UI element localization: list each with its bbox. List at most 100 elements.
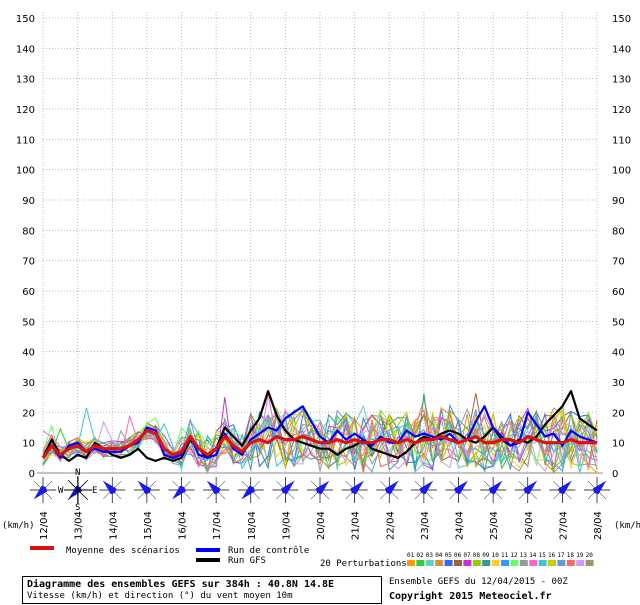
run-info: Ensemble GEFS du 12/04/2015 - 00Z bbox=[389, 577, 568, 587]
perturbation-legend-swatch bbox=[463, 560, 472, 566]
x-tick-label: 12/04 bbox=[39, 511, 50, 540]
perturbation-legend-id: 06 bbox=[454, 552, 462, 559]
y-tick-label-left: 110 bbox=[16, 135, 35, 146]
y-tick-label-right: 110 bbox=[612, 135, 631, 146]
perturbation-legend-id: 19 bbox=[576, 552, 584, 559]
y-tick-labels: 0 0 10 10 20 20 30 30 40 40 50 50 60 60 70 70 80 80 90 90 10… bbox=[16, 14, 631, 480]
perturbation-legend-swatch bbox=[519, 560, 528, 566]
y-tick-label-left: 40 bbox=[22, 348, 35, 359]
wind-direction-icon bbox=[237, 477, 264, 503]
x-tick-label: 21/04 bbox=[351, 511, 362, 540]
y-tick-label-right: 150 bbox=[612, 14, 631, 25]
perturbation-legend-swatch bbox=[576, 560, 585, 566]
wind-direction-icon bbox=[480, 477, 507, 503]
y-tick-label-right: 130 bbox=[612, 75, 631, 86]
y-tick-label-right: 90 bbox=[612, 196, 625, 207]
legend-control-label: Run de contrôle bbox=[228, 545, 309, 556]
y-tick-label-right: 0 bbox=[612, 469, 618, 480]
svg-text:S: S bbox=[75, 503, 80, 513]
wind-direction-icon bbox=[272, 477, 299, 503]
perturbation-legend-swatch bbox=[510, 560, 519, 566]
x-tick-label: 16/04 bbox=[178, 511, 189, 540]
y-tick-label-right: 60 bbox=[612, 287, 625, 298]
wind-direction-icon bbox=[514, 477, 541, 503]
wind-direction-icon bbox=[341, 477, 368, 503]
perturbation-legend-swatch bbox=[538, 560, 547, 566]
y-tick-label-right: 10 bbox=[612, 439, 625, 450]
y-tick-label-left: 50 bbox=[22, 317, 35, 328]
y-tick-label-left: 90 bbox=[22, 196, 35, 207]
y-tick-label-left: 70 bbox=[22, 257, 35, 268]
y-tick-label-right: 120 bbox=[612, 105, 631, 116]
x-tick-label: 17/04 bbox=[212, 511, 223, 540]
svg-text:N: N bbox=[75, 468, 80, 478]
legend-mean-label: Moyenne des scénarios bbox=[66, 545, 180, 556]
perturbation-legend-id: 13 bbox=[520, 552, 528, 559]
x-tick-label: 25/04 bbox=[489, 511, 500, 540]
perturbation-legend-id: 08 bbox=[473, 552, 481, 559]
perturbation-legend-swatch bbox=[472, 560, 481, 566]
perturbation-legend-swatch bbox=[548, 560, 556, 566]
wind-direction-icon bbox=[203, 477, 230, 503]
wind-direction-icon bbox=[133, 477, 160, 503]
legend-gfs-label: Run GFS bbox=[228, 556, 266, 566]
y-tick-label-left: 60 bbox=[22, 287, 35, 298]
y-tick-label-right: 40 bbox=[612, 348, 625, 359]
y-tick-label-right: 20 bbox=[612, 408, 625, 419]
perturbation-legend-id: 09 bbox=[482, 552, 490, 559]
perturbation-legend-id: 14 bbox=[529, 552, 537, 559]
y-tick-label-right: 140 bbox=[612, 44, 631, 55]
legend-perturbations-label: 20 Perturbations bbox=[320, 559, 407, 569]
svg-text:E: E bbox=[92, 486, 97, 496]
perturbation-legend-id: 11 bbox=[501, 552, 509, 559]
perturbation-legend-id: 04 bbox=[435, 552, 443, 559]
perturbation-legend-swatch bbox=[529, 560, 538, 566]
perturbation-legend-id: 07 bbox=[463, 552, 471, 559]
perturbation-legend-swatch bbox=[482, 560, 491, 566]
y-tick-label-left: 100 bbox=[16, 166, 35, 177]
wind-direction-icon bbox=[410, 477, 437, 503]
wind-direction-icon bbox=[549, 477, 576, 503]
y-unit-right: (km/h bbox=[614, 521, 640, 531]
svg-text:W: W bbox=[58, 486, 64, 496]
wind-direction-icon bbox=[30, 477, 56, 503]
x-tick-label: 24/04 bbox=[455, 511, 466, 540]
perturbation-legend-swatch bbox=[491, 560, 500, 566]
chart-title: Diagramme des ensembles GEFS sur 384h : … bbox=[27, 579, 335, 590]
wind-chart: 0 010 1020 2030 3040 4050 5060 6070 7080 8090 9010… bbox=[2, 12, 640, 569]
wind-direction-icon bbox=[168, 477, 195, 503]
y-tick-label-left: 150 bbox=[16, 14, 35, 25]
y-tick-label-left: 140 bbox=[16, 44, 35, 55]
y-tick-label-right: 30 bbox=[612, 378, 625, 389]
x-tick-label: 27/04 bbox=[558, 511, 569, 540]
perturbation-legend-id: 05 bbox=[445, 552, 453, 559]
legend: Moyenne des scénarios Run de contrôle Ru… bbox=[30, 545, 594, 569]
perturbation-legend-id: 16 bbox=[548, 552, 556, 559]
copyright: Copyright 2015 Meteociel.fr bbox=[389, 591, 552, 602]
wind-direction-icon bbox=[584, 477, 610, 503]
x-tick-labels: 12/04 13/04 14/04 15/04 16/04 17/04 18/04 19/04… bbox=[39, 511, 604, 540]
x-tick-label: 26/04 bbox=[524, 511, 535, 540]
x-tick-label: 14/04 bbox=[108, 511, 119, 540]
perturbation-legend-id: 03 bbox=[426, 552, 434, 559]
perturbation-legend-id: 20 bbox=[586, 552, 594, 559]
perturbation-legend-id: 02 bbox=[416, 552, 424, 559]
y-tick-label-left: 130 bbox=[16, 75, 35, 86]
y-tick-label-right: 100 bbox=[612, 166, 631, 177]
y-tick-label-left: 10 bbox=[22, 439, 35, 450]
y-unit-left: (km/h) bbox=[2, 521, 35, 531]
x-tick-label: 15/04 bbox=[143, 511, 154, 540]
wind-direction-icon bbox=[99, 477, 126, 503]
y-tick-label-left: 0 bbox=[29, 469, 35, 480]
perturbation-legend: 01 02 03 04 05 06 07 08 09 10 11 12 13 14 15 16 17 18 19 20 bbox=[407, 552, 594, 566]
perturbation-legend-swatch bbox=[557, 560, 566, 566]
perturbation-legend-id: 10 bbox=[492, 552, 500, 559]
y-tick-label-left: 30 bbox=[22, 378, 35, 389]
x-tick-label: 28/04 bbox=[593, 511, 604, 540]
perturbation-legend-id: 15 bbox=[539, 552, 547, 559]
perturbation-legend-id: 12 bbox=[510, 552, 518, 559]
perturbation-legend-swatch bbox=[435, 560, 444, 566]
y-tick-label-right: 70 bbox=[612, 257, 625, 268]
perturbation-legend-swatch bbox=[566, 560, 575, 566]
x-tick-label: 23/04 bbox=[420, 511, 431, 540]
